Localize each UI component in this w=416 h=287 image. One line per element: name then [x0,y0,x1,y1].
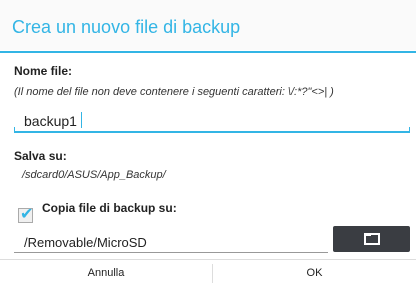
copy-backup-checkbox[interactable]: ✔ [18,206,33,223]
file-name-underline [14,131,410,133]
create-backup-dialog: Crea un nuovo file di backup Nome file: … [0,0,416,286]
dialog-button-row: Annulla OK [0,259,416,287]
folder-icon [364,233,380,245]
cancel-button[interactable]: Annulla [0,260,212,287]
copy-path-underline [14,252,328,253]
underline-tick-left [14,127,15,133]
file-name-label: Nome file: [14,64,73,78]
copy-backup-label[interactable]: Copia file di backup su: [42,201,177,215]
ok-button[interactable]: OK [213,260,416,287]
underline-tick-right [409,127,410,133]
dialog-title: Crea un nuovo file di backup [12,17,241,37]
dialog-title-bar: Crea un nuovo file di backup [0,0,416,50]
save-to-path: /sdcard0/ASUS/App_Backup/ [22,169,166,181]
file-name-input[interactable] [14,110,410,132]
check-icon: ✔ [20,206,34,223]
copy-path-input[interactable] [14,231,328,253]
save-to-label: Salva su: [14,149,67,163]
title-divider [0,51,416,53]
text-caret [81,112,82,128]
browse-folder-button[interactable] [333,226,410,252]
file-name-hint: (Il nome del file non deve contenere i s… [14,86,334,98]
